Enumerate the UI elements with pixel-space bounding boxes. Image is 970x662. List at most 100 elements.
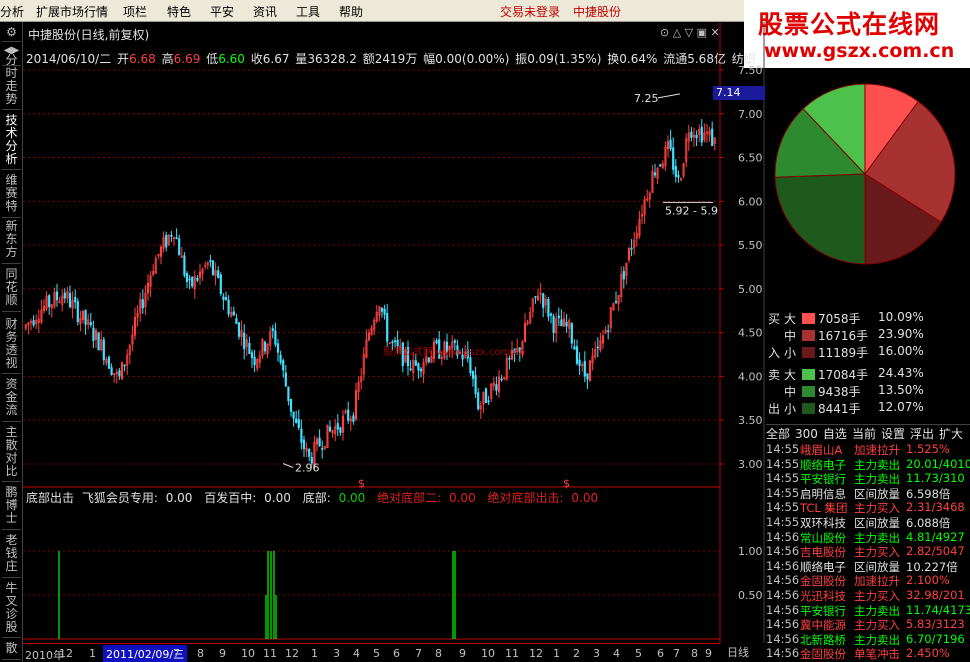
period-label[interactable]: 日线 bbox=[727, 644, 749, 660]
menu-extended-market[interactable]: 扩展市场行情 bbox=[36, 3, 108, 20]
list-tab-expand[interactable]: 扩大 bbox=[939, 427, 963, 441]
left-tab-capital-flow[interactable]: 资金流 bbox=[2, 378, 21, 422]
left-tab-diagnosis[interactable]: 牛叉诊股 bbox=[2, 582, 21, 638]
chart-window-controls[interactable]: ⊙ △ ▽ ▣ ✕ bbox=[660, 26, 720, 39]
candle-body bbox=[170, 234, 173, 237]
price-tick-label: 7.00 bbox=[738, 108, 763, 121]
flow-size: 大 bbox=[784, 368, 797, 382]
ticker-row[interactable]: 14:55 双环科技 区间放量 6.088倍 bbox=[766, 515, 970, 530]
ticker-value: 2.31/3468 bbox=[906, 500, 965, 515]
menu-tools[interactable]: 工具 bbox=[296, 3, 320, 20]
left-tab-pengboshi[interactable]: 鹏博士 bbox=[2, 486, 21, 530]
candle-body bbox=[74, 296, 77, 303]
ticker-row[interactable]: 14:56 冀中能源 主力买入 5.83/3123 bbox=[766, 617, 970, 632]
indicator-item-3: 绝对底部二: 0.00 bbox=[377, 491, 476, 505]
quote-chg-label: 幅 bbox=[423, 52, 436, 66]
list-tab-300[interactable]: 300 bbox=[795, 427, 818, 441]
ticker-row[interactable]: 14:56 平安银行 主力卖出 11.74/4173 bbox=[766, 603, 970, 618]
ticker-row[interactable]: 14:55 峨眉山A 加速拉升 1.525% bbox=[766, 442, 970, 457]
date-label: 3 bbox=[333, 647, 340, 660]
menu-help[interactable]: 帮助 bbox=[339, 3, 363, 20]
candle-body bbox=[557, 315, 560, 319]
flow-size: 中 bbox=[784, 385, 797, 399]
list-tab-settings[interactable]: 设置 bbox=[881, 427, 905, 441]
date-label: 11 bbox=[505, 647, 519, 660]
indicator-tick-label: 1.00 bbox=[738, 545, 763, 558]
candle-body bbox=[302, 439, 306, 449]
menu-pingan[interactable]: 平安 bbox=[210, 3, 234, 20]
left-tab-laoqianzhuang[interactable]: 老钱庄 bbox=[2, 534, 21, 578]
list-tab-float[interactable]: 浮出 bbox=[910, 427, 934, 441]
flow-side: 入 bbox=[768, 346, 781, 360]
menu-column[interactable]: 项栏 bbox=[123, 3, 147, 20]
flow-percent: 24.43% bbox=[878, 366, 924, 380]
left-tab-weisaite[interactable]: 维赛特 bbox=[2, 174, 21, 218]
left-tab-tonghuashun[interactable]: 同花顺 bbox=[2, 268, 21, 312]
candle-body bbox=[209, 260, 212, 262]
candle-body bbox=[339, 427, 342, 433]
candle-body bbox=[118, 370, 121, 377]
ticker-row[interactable]: 14:56 金固股份 加速拉升 2.100% bbox=[766, 573, 970, 588]
ticker-value: 2.100% bbox=[906, 573, 950, 588]
candle-body bbox=[469, 357, 472, 374]
left-tab-icon[interactable]: ⚙ bbox=[2, 26, 21, 42]
candle-body bbox=[235, 318, 238, 324]
candle-body bbox=[352, 415, 355, 422]
left-tab-finance[interactable]: 财务透视 bbox=[2, 318, 21, 374]
capital-flow-row: 中 9438手 13.50% bbox=[766, 383, 970, 400]
date-label: 7 bbox=[673, 647, 680, 660]
candle-body bbox=[565, 321, 568, 327]
candle-body bbox=[347, 409, 350, 421]
quote-turn-label: 换 bbox=[607, 52, 620, 66]
indicator-name[interactable]: 底部出击 bbox=[26, 491, 74, 505]
candle-body bbox=[674, 166, 677, 177]
candle-body bbox=[669, 139, 672, 150]
date-axis[interactable]: 2010年 12 1 2011/02/09/三 7 8 9 10 11 12 1 3 4 5 6 7 8 9 10 1… bbox=[23, 643, 720, 662]
list-tab-watchlist[interactable]: 自选 bbox=[823, 427, 847, 441]
ticker-row[interactable]: 14:56 金固股份 单笔冲击 2.450% bbox=[766, 646, 970, 661]
flow-swatch bbox=[802, 386, 815, 397]
ticker-row[interactable]: 14:56 北新路桥 主力卖出 6.70/7196 bbox=[766, 632, 970, 647]
ticker-row[interactable]: 14:56 常山股份 主力卖出 4.81/4927 bbox=[766, 530, 970, 545]
candle-body bbox=[97, 332, 100, 351]
high-annotation: 7.25 bbox=[634, 92, 659, 105]
list-tab-all[interactable]: 全部 bbox=[766, 427, 790, 441]
ticker-row[interactable]: 14:55 平安银行 主力卖出 11.73/310 bbox=[766, 471, 970, 486]
capital-flow-row: 卖大 17084手 24.43% bbox=[766, 366, 970, 383]
ticker-action: 主力买入 bbox=[854, 618, 900, 633]
menu-analysis[interactable]: 分析 bbox=[0, 3, 24, 20]
ticker-row[interactable]: 14:55 TCL 集团 主力买入 2.31/3468 bbox=[766, 500, 970, 515]
quote-float: 5.68亿 bbox=[687, 52, 726, 66]
quote-date: 2014/06/10/二 bbox=[26, 52, 112, 66]
date-label: 10 bbox=[481, 647, 495, 660]
left-tab-main-retail[interactable]: 主散对比 bbox=[2, 426, 21, 482]
date-label: 4 bbox=[353, 647, 360, 660]
ticker-row[interactable]: 14:56 顺络电子 区间放量 10.227倍 bbox=[766, 559, 970, 574]
ticker-time: 14:55 bbox=[766, 442, 800, 456]
candle-body bbox=[289, 398, 293, 412]
ticker-row[interactable]: 14:56 光迅科技 主力买入 32.98/201 bbox=[766, 588, 970, 603]
quote-high-label: 高 bbox=[161, 52, 174, 66]
price-tick-label: 5.50 bbox=[738, 239, 763, 252]
indicator-item-2: 底部: 0.00 bbox=[302, 491, 366, 505]
list-tab-current[interactable]: 当前 bbox=[852, 427, 876, 441]
high-marker-line bbox=[657, 93, 681, 99]
left-tab-technical[interactable]: 技术分析 bbox=[2, 114, 21, 170]
candle-body bbox=[435, 340, 438, 344]
left-tab-san[interactable]: 散 bbox=[2, 642, 21, 660]
candle-body bbox=[89, 321, 92, 326]
candle-body bbox=[284, 372, 287, 387]
left-tab-xindongfang[interactable]: 新东方 bbox=[2, 220, 21, 264]
candle-body bbox=[308, 448, 311, 457]
menu-news[interactable]: 资讯 bbox=[253, 3, 277, 20]
ticker-action: 主力买入 bbox=[854, 501, 900, 516]
login-status[interactable]: 交易未登录 bbox=[500, 3, 560, 20]
candle-body bbox=[427, 357, 430, 363]
left-tab-intraday[interactable]: 分时走势 bbox=[2, 54, 21, 110]
ticker-row[interactable]: 14:56 吉电股份 主力买入 2.82/5047 bbox=[766, 544, 970, 559]
ticker-time: 14:56 bbox=[766, 617, 800, 632]
menu-features[interactable]: 特色 bbox=[167, 3, 191, 20]
date-label: 3 bbox=[593, 647, 600, 660]
ticker-row[interactable]: 14:55 启明信息 区间放量 6.598倍 bbox=[766, 486, 970, 501]
ticker-row[interactable]: 14:55 顺络电子 主力卖出 20.01/4010 bbox=[766, 457, 970, 472]
